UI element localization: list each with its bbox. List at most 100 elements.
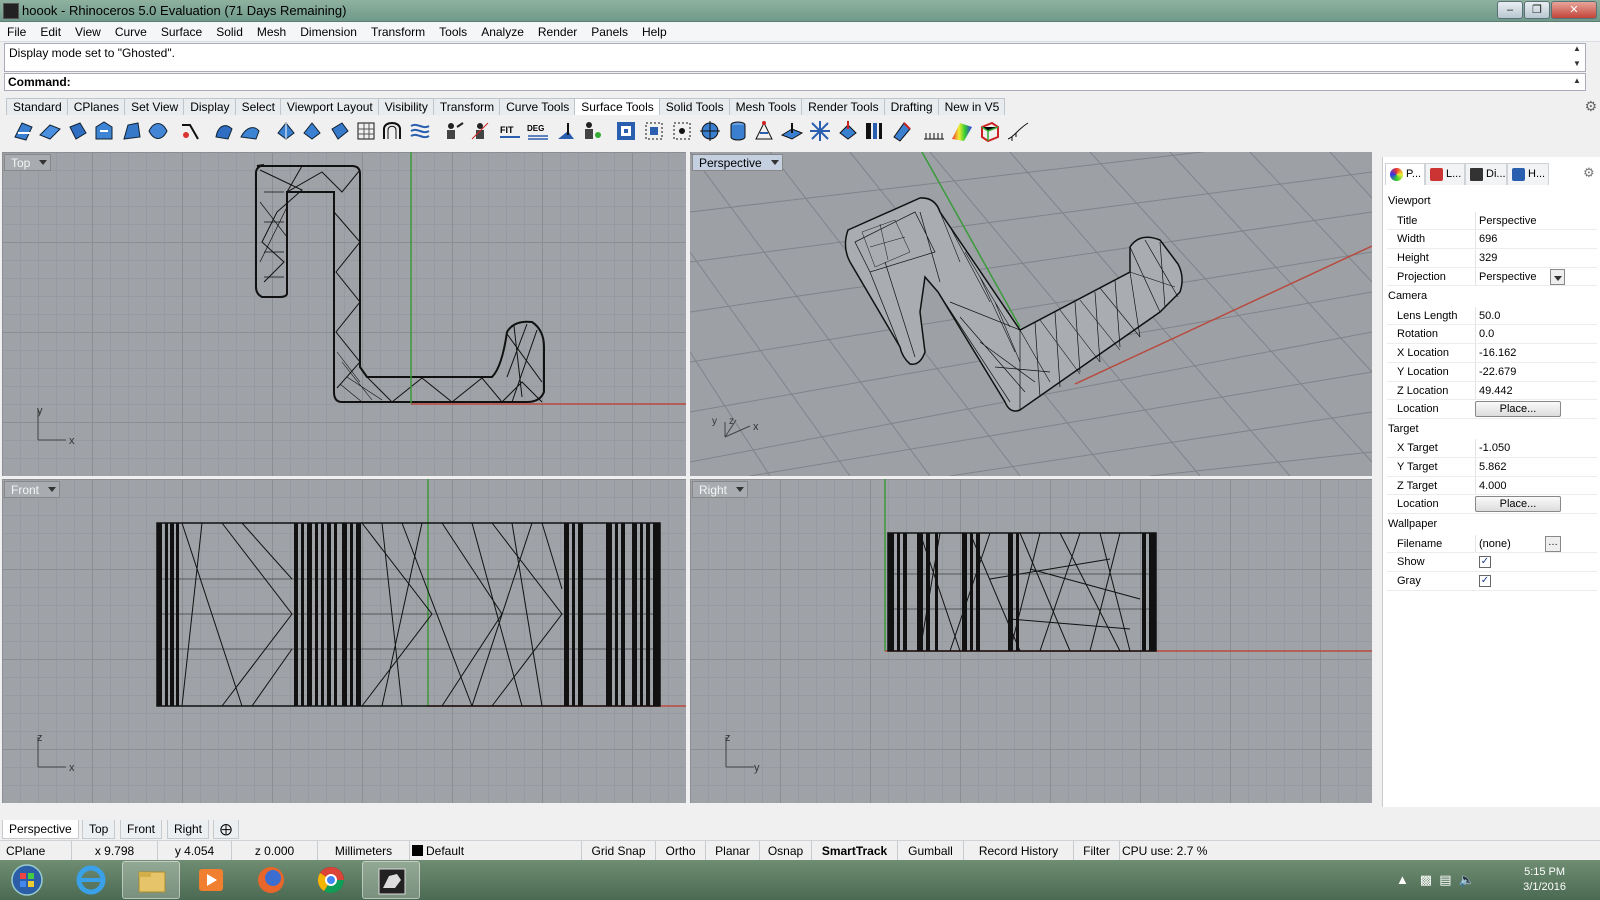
blend-surface-icon[interactable]	[92, 119, 116, 143]
close-button[interactable]: ✕	[1551, 1, 1597, 19]
curve-on-surface-icon[interactable]	[1006, 119, 1030, 143]
chevron-down-icon[interactable]	[1550, 268, 1565, 285]
chevron-down-icon[interactable]	[770, 160, 779, 165]
environment-map-icon[interactable]	[642, 119, 666, 143]
history-scroll-down-icon[interactable]: ▼	[1571, 59, 1583, 68]
patch-icon[interactable]	[862, 119, 886, 143]
edit-points-icon[interactable]	[468, 119, 492, 143]
y-location-field[interactable]: -22.679	[1475, 362, 1561, 381]
connect-surface-icon[interactable]	[178, 119, 202, 143]
tab-help[interactable]: H...	[1507, 163, 1549, 185]
viewport-front[interactable]: x z Front	[2, 479, 686, 803]
surface-from-points-icon[interactable]	[752, 119, 776, 143]
media-player-icon[interactable]	[182, 861, 240, 899]
osnap-toggle[interactable]: Osnap	[760, 841, 812, 861]
tab-curve-tools[interactable]: Curve Tools	[499, 98, 576, 115]
chrome-icon[interactable]	[302, 861, 360, 899]
untrim-icon[interactable]	[274, 119, 298, 143]
viewport-tab-right[interactable]: Right	[167, 820, 210, 839]
z-target-field[interactable]: 4.000	[1475, 476, 1561, 495]
viewport-right[interactable]: y z Right	[690, 479, 1372, 803]
units-indicator[interactable]: Millimeters	[318, 841, 410, 861]
chevron-down-icon[interactable]	[39, 160, 48, 165]
record-history-toggle[interactable]: Record History	[964, 841, 1074, 861]
history-scroll-up-icon[interactable]: ▲	[1571, 44, 1583, 53]
tab-standard[interactable]: Standard	[6, 98, 68, 115]
browse-button[interactable]: …	[1545, 535, 1561, 552]
tab-display[interactable]: Di...	[1465, 163, 1507, 185]
menu-tools[interactable]: Tools	[432, 22, 474, 39]
unroll-icon[interactable]	[890, 119, 914, 143]
adjust-seam-icon[interactable]	[554, 119, 578, 143]
fit-surface-icon[interactable]: FIT	[498, 119, 522, 143]
signal-icon[interactable]: ▤	[1439, 872, 1451, 887]
control-points-on-icon[interactable]	[442, 119, 466, 143]
tab-new-in-v5[interactable]: New in V5	[937, 98, 1006, 115]
grid-snap-toggle[interactable]: Grid Snap	[582, 841, 656, 861]
add-viewport-icon[interactable]: ⨁	[213, 820, 239, 839]
chevron-down-icon[interactable]	[48, 487, 57, 492]
tab-mesh-tools[interactable]: Mesh Tools	[728, 98, 803, 115]
cplane-indicator[interactable]: CPlane	[0, 841, 72, 861]
filter-toggle[interactable]: Filter	[1074, 841, 1120, 861]
offset-surface-icon[interactable]	[120, 119, 144, 143]
menu-panels[interactable]: Panels	[584, 22, 635, 39]
dispersion-icon[interactable]	[808, 119, 832, 143]
z-location-field[interactable]: 49.442	[1475, 381, 1561, 400]
menu-analyze[interactable]: Analyze	[474, 22, 531, 39]
menu-help[interactable]: Help	[635, 22, 674, 39]
contour-icon[interactable]	[922, 119, 946, 143]
extend-surface-icon[interactable]	[12, 119, 36, 143]
file-explorer-icon[interactable]	[122, 861, 180, 899]
tab-layers[interactable]: L...	[1425, 163, 1465, 185]
viewport-tab-front[interactable]: Front	[120, 820, 163, 839]
flow-along-surface-icon[interactable]	[408, 119, 432, 143]
menu-view[interactable]: View	[68, 22, 108, 39]
gray-wallpaper-checkbox[interactable]: ✓	[1479, 575, 1491, 587]
rhino-app-icon[interactable]	[3, 3, 19, 19]
y-target-field[interactable]: 5.862	[1475, 458, 1561, 477]
join-surface-icon[interactable]	[238, 119, 262, 143]
tab-solid-tools[interactable]: Solid Tools	[658, 98, 730, 115]
tab-transform[interactable]: Transform	[432, 98, 501, 115]
start-button[interactable]	[0, 861, 54, 899]
tab-cplanes[interactable]: CPlanes	[66, 98, 126, 115]
tab-drafting[interactable]: Drafting	[883, 98, 939, 115]
menu-surface[interactable]: Surface	[154, 22, 209, 39]
smarttrack-toggle[interactable]: SmartTrack	[812, 841, 898, 861]
minimize-button[interactable]: –	[1497, 1, 1523, 19]
tab-visibility[interactable]: Visibility	[377, 98, 434, 115]
rhino-taskbar-icon[interactable]	[362, 861, 420, 899]
viewport-label-front[interactable]: Front	[4, 481, 61, 498]
merge-surface-icon[interactable]	[212, 119, 236, 143]
internet-explorer-icon[interactable]	[62, 861, 120, 899]
match-surface-icon[interactable]	[146, 119, 170, 143]
show-wallpaper-checkbox[interactable]: ✓	[1479, 556, 1491, 569]
arch-surface-icon[interactable]	[380, 119, 404, 143]
projection-select[interactable]: Perspective	[1475, 267, 1561, 286]
volume-icon[interactable]: 🔈	[1459, 872, 1475, 887]
firefox-icon[interactable]	[242, 861, 300, 899]
prop-height-value[interactable]: 329	[1475, 248, 1561, 267]
planar-toggle[interactable]: Planar	[706, 841, 760, 861]
menu-solid[interactable]: Solid	[209, 22, 250, 39]
ortho-toggle[interactable]: Ortho	[656, 841, 706, 861]
tab-render-tools[interactable]: Render Tools	[801, 98, 885, 115]
show-hidden-icons-icon[interactable]: ▲	[1396, 872, 1409, 887]
menu-edit[interactable]: Edit	[33, 22, 68, 39]
tab-select[interactable]: Select	[234, 98, 281, 115]
menu-mesh[interactable]: Mesh	[250, 22, 293, 39]
command-history[interactable]: Display mode set to "Ghosted". ▲ ▼	[4, 43, 1586, 72]
chamfer-surface-icon[interactable]	[66, 119, 90, 143]
command-line[interactable]: Command: ▲	[4, 73, 1586, 91]
current-layer[interactable]: Default	[410, 841, 582, 861]
clock[interactable]: 5:15 PM 3/1/2016	[1523, 865, 1566, 895]
lens-length-field[interactable]: 50.0	[1475, 306, 1561, 325]
tab-display[interactable]: Display	[183, 98, 236, 115]
cylinder-icon[interactable]	[726, 119, 750, 143]
project-to-surface-icon[interactable]	[836, 119, 860, 143]
match-points-icon[interactable]	[580, 119, 604, 143]
x-target-field[interactable]: -1.050	[1475, 439, 1561, 458]
analysis-colors-icon[interactable]	[950, 119, 974, 143]
gumball-toggle[interactable]: Gumball	[898, 841, 964, 861]
